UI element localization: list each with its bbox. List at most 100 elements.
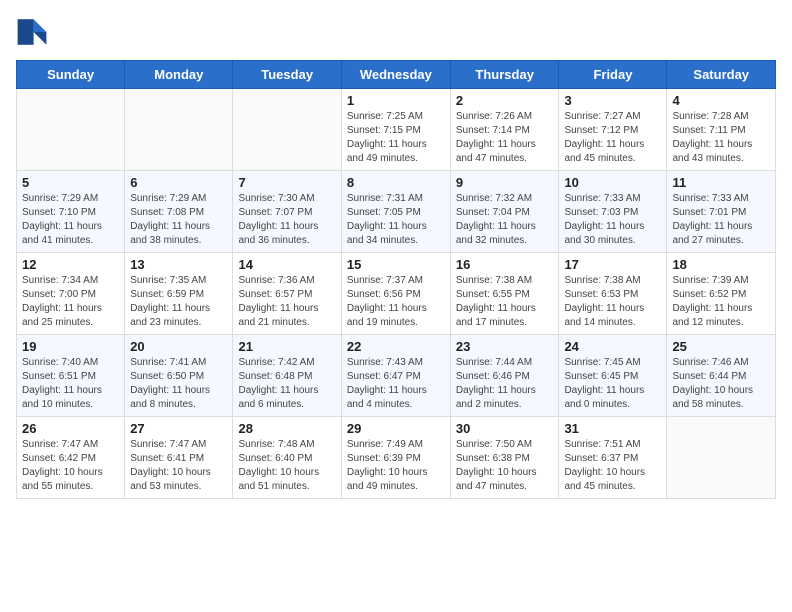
- calendar-cell: 30 Sunrise: 7:50 AM Sunset: 6:38 PM Dayli…: [450, 417, 559, 499]
- day-number: 31: [564, 421, 661, 436]
- day-number: 3: [564, 93, 661, 108]
- day-number: 19: [22, 339, 119, 354]
- calendar-header-row: SundayMondayTuesdayWednesdayThursdayFrid…: [17, 61, 776, 89]
- calendar-cell: 2 Sunrise: 7:26 AM Sunset: 7:14 PM Daylig…: [450, 89, 559, 171]
- day-number: 21: [238, 339, 335, 354]
- calendar-cell: [233, 89, 341, 171]
- day-number: 7: [238, 175, 335, 190]
- calendar-cell: [17, 89, 125, 171]
- day-info: Sunrise: 7:49 AM Sunset: 6:39 PM Dayligh…: [347, 438, 445, 494]
- day-info: Sunrise: 7:47 AM Sunset: 6:42 PM Dayligh…: [22, 438, 119, 494]
- day-info: Sunrise: 7:34 AM Sunset: 7:00 PM Dayligh…: [22, 274, 119, 330]
- day-info: Sunrise: 7:29 AM Sunset: 7:10 PM Dayligh…: [22, 192, 119, 248]
- calendar-cell: 9 Sunrise: 7:32 AM Sunset: 7:04 PM Daylig…: [450, 171, 559, 253]
- day-info: Sunrise: 7:33 AM Sunset: 7:03 PM Dayligh…: [564, 192, 661, 248]
- calendar-cell: [125, 89, 233, 171]
- day-header-monday: Monday: [125, 61, 233, 89]
- day-info: Sunrise: 7:32 AM Sunset: 7:04 PM Dayligh…: [456, 192, 554, 248]
- day-header-tuesday: Tuesday: [233, 61, 341, 89]
- day-info: Sunrise: 7:26 AM Sunset: 7:14 PM Dayligh…: [456, 110, 554, 166]
- day-number: 26: [22, 421, 119, 436]
- day-info: Sunrise: 7:50 AM Sunset: 6:38 PM Dayligh…: [456, 438, 554, 494]
- day-number: 22: [347, 339, 445, 354]
- day-number: 28: [238, 421, 335, 436]
- day-number: 8: [347, 175, 445, 190]
- day-number: 1: [347, 93, 445, 108]
- calendar-cell: 12 Sunrise: 7:34 AM Sunset: 7:00 PM Dayli…: [17, 253, 125, 335]
- day-info: Sunrise: 7:31 AM Sunset: 7:05 PM Dayligh…: [347, 192, 445, 248]
- calendar-week-row: 5 Sunrise: 7:29 AM Sunset: 7:10 PM Daylig…: [17, 171, 776, 253]
- day-info: Sunrise: 7:51 AM Sunset: 6:37 PM Dayligh…: [564, 438, 661, 494]
- day-info: Sunrise: 7:29 AM Sunset: 7:08 PM Dayligh…: [130, 192, 227, 248]
- calendar-cell: 10 Sunrise: 7:33 AM Sunset: 7:03 PM Dayli…: [559, 171, 667, 253]
- calendar-cell: [667, 417, 776, 499]
- calendar-cell: 6 Sunrise: 7:29 AM Sunset: 7:08 PM Daylig…: [125, 171, 233, 253]
- calendar-cell: 28 Sunrise: 7:48 AM Sunset: 6:40 PM Dayli…: [233, 417, 341, 499]
- day-number: 29: [347, 421, 445, 436]
- day-number: 5: [22, 175, 119, 190]
- calendar-cell: 31 Sunrise: 7:51 AM Sunset: 6:37 PM Dayli…: [559, 417, 667, 499]
- day-info: Sunrise: 7:36 AM Sunset: 6:57 PM Dayligh…: [238, 274, 335, 330]
- calendar-cell: 11Sunrise: 7:33 AM Sunset: 7:01 PM Dayli…: [667, 171, 776, 253]
- calendar-cell: 19Sunrise: 7:40 AM Sunset: 6:51 PM Dayli…: [17, 335, 125, 417]
- day-number: 14: [238, 257, 335, 272]
- day-number: 4: [672, 93, 770, 108]
- day-number: 27: [130, 421, 227, 436]
- day-info: Sunrise: 7:27 AM Sunset: 7:12 PM Dayligh…: [564, 110, 661, 166]
- day-number: 6: [130, 175, 227, 190]
- calendar-cell: 26 Sunrise: 7:47 AM Sunset: 6:42 PM Dayli…: [17, 417, 125, 499]
- day-number: 30: [456, 421, 554, 436]
- logo-icon: [16, 16, 48, 48]
- calendar-cell: 14 Sunrise: 7:36 AM Sunset: 6:57 PM Dayli…: [233, 253, 341, 335]
- day-info: Sunrise: 7:43 AM Sunset: 6:47 PM Dayligh…: [347, 356, 445, 412]
- day-number: 15: [347, 257, 445, 272]
- calendar-cell: 29 Sunrise: 7:49 AM Sunset: 6:39 PM Dayli…: [341, 417, 450, 499]
- day-info: Sunrise: 7:25 AM Sunset: 7:15 PM Dayligh…: [347, 110, 445, 166]
- calendar-cell: 4Sunrise: 7:28 AM Sunset: 7:11 PM Daylig…: [667, 89, 776, 171]
- page-header: [16, 16, 776, 48]
- day-number: 20: [130, 339, 227, 354]
- calendar-cell: 16 Sunrise: 7:38 AM Sunset: 6:55 PM Dayli…: [450, 253, 559, 335]
- calendar-cell: 18 Sunrise: 7:39 AM Sunset: 6:52 PM Dayli…: [667, 253, 776, 335]
- logo: [16, 16, 52, 48]
- day-header-friday: Friday: [559, 61, 667, 89]
- calendar-cell: 21Sunrise: 7:42 AM Sunset: 6:48 PM Dayli…: [233, 335, 341, 417]
- calendar-cell: 22 Sunrise: 7:43 AM Sunset: 6:47 PM Dayli…: [341, 335, 450, 417]
- day-number: 16: [456, 257, 554, 272]
- day-info: Sunrise: 7:39 AM Sunset: 6:52 PM Dayligh…: [672, 274, 770, 330]
- day-info: Sunrise: 7:48 AM Sunset: 6:40 PM Dayligh…: [238, 438, 335, 494]
- calendar-cell: 20 Sunrise: 7:41 AM Sunset: 6:50 PM Dayli…: [125, 335, 233, 417]
- calendar-cell: 15 Sunrise: 7:37 AM Sunset: 6:56 PM Dayli…: [341, 253, 450, 335]
- calendar-cell: 1 Sunrise: 7:25 AM Sunset: 7:15 PM Daylig…: [341, 89, 450, 171]
- day-number: 18: [672, 257, 770, 272]
- calendar-week-row: 26 Sunrise: 7:47 AM Sunset: 6:42 PM Dayli…: [17, 417, 776, 499]
- calendar-cell: 8 Sunrise: 7:31 AM Sunset: 7:05 PM Daylig…: [341, 171, 450, 253]
- calendar-cell: 23Sunrise: 7:44 AM Sunset: 6:46 PM Dayli…: [450, 335, 559, 417]
- day-info: Sunrise: 7:30 AM Sunset: 7:07 PM Dayligh…: [238, 192, 335, 248]
- day-number: 12: [22, 257, 119, 272]
- calendar-week-row: 12 Sunrise: 7:34 AM Sunset: 7:00 PM Dayli…: [17, 253, 776, 335]
- day-number: 9: [456, 175, 554, 190]
- calendar-cell: 27 Sunrise: 7:47 AM Sunset: 6:41 PM Dayli…: [125, 417, 233, 499]
- calendar-cell: 25Sunrise: 7:46 AM Sunset: 6:44 PM Dayli…: [667, 335, 776, 417]
- day-info: Sunrise: 7:38 AM Sunset: 6:55 PM Dayligh…: [456, 274, 554, 330]
- calendar-cell: 17 Sunrise: 7:38 AM Sunset: 6:53 PM Dayli…: [559, 253, 667, 335]
- calendar-cell: 7 Sunrise: 7:30 AM Sunset: 7:07 PM Daylig…: [233, 171, 341, 253]
- day-number: 23: [456, 339, 554, 354]
- day-header-wednesday: Wednesday: [341, 61, 450, 89]
- day-number: 10: [564, 175, 661, 190]
- day-info: Sunrise: 7:38 AM Sunset: 6:53 PM Dayligh…: [564, 274, 661, 330]
- calendar-week-row: 1 Sunrise: 7:25 AM Sunset: 7:15 PM Daylig…: [17, 89, 776, 171]
- day-info: Sunrise: 7:37 AM Sunset: 6:56 PM Dayligh…: [347, 274, 445, 330]
- day-info: Sunrise: 7:47 AM Sunset: 6:41 PM Dayligh…: [130, 438, 227, 494]
- day-number: 11: [672, 175, 770, 190]
- day-info: Sunrise: 7:35 AM Sunset: 6:59 PM Dayligh…: [130, 274, 227, 330]
- day-number: 17: [564, 257, 661, 272]
- day-header-thursday: Thursday: [450, 61, 559, 89]
- day-info: Sunrise: 7:46 AM Sunset: 6:44 PM Dayligh…: [672, 356, 770, 412]
- day-number: 2: [456, 93, 554, 108]
- day-info: Sunrise: 7:41 AM Sunset: 6:50 PM Dayligh…: [130, 356, 227, 412]
- calendar-table: SundayMondayTuesdayWednesdayThursdayFrid…: [16, 60, 776, 499]
- day-header-sunday: Sunday: [17, 61, 125, 89]
- day-number: 24: [564, 339, 661, 354]
